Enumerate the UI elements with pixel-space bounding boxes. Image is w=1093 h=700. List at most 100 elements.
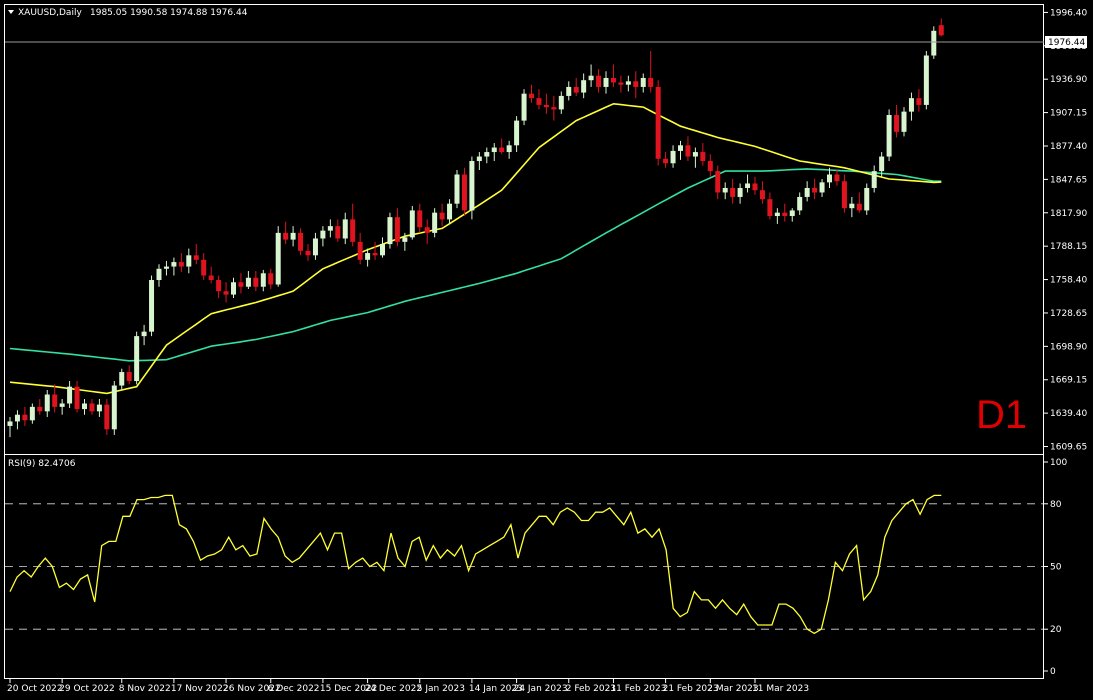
rsi-tick-label: 20 <box>1050 625 1062 635</box>
candle-down <box>201 259 207 276</box>
candle-down <box>715 171 721 193</box>
candle-down <box>216 280 222 292</box>
candle-down <box>596 75 602 87</box>
candle-down <box>841 181 847 209</box>
candle-down <box>767 199 773 217</box>
candle-down <box>52 394 58 407</box>
candle-up <box>745 183 751 188</box>
time-tick-label: 11 Feb 2023 <box>610 684 666 694</box>
candle-up <box>789 210 795 217</box>
candle-up <box>111 385 117 430</box>
candle-down <box>283 232 289 240</box>
candle-up <box>901 111 907 132</box>
candle-up <box>290 232 296 240</box>
candle-up <box>365 253 371 260</box>
price-tick-label: 1728.65 <box>1050 309 1087 319</box>
candle-up <box>387 217 393 245</box>
candle-down <box>394 217 400 242</box>
current-price-value: 1976.44 <box>1048 38 1085 48</box>
chart-window: 1996.401966.651936.901907.151877.401847.… <box>0 0 1093 700</box>
candle-down <box>350 219 356 242</box>
candle-down <box>335 226 341 239</box>
candle-up <box>29 406 35 421</box>
candle-down <box>417 210 423 228</box>
candle-down <box>178 262 184 267</box>
candle-down <box>759 190 765 200</box>
candle-up <box>864 187 870 211</box>
candle-down <box>610 77 616 83</box>
candle-up <box>7 421 13 426</box>
candle-up <box>908 98 914 112</box>
candle-down <box>685 145 691 157</box>
price-tick-label: 1817.90 <box>1050 209 1087 219</box>
candle-up <box>156 268 162 281</box>
time-tick-label: 8 Nov 2022 <box>119 684 171 694</box>
candle-up <box>581 80 587 93</box>
time-tick-label: 2 Mar 2023 <box>707 684 758 694</box>
candle-down <box>551 107 557 110</box>
candle-down <box>208 275 214 281</box>
candle-up <box>506 145 512 153</box>
candle-down <box>461 174 467 211</box>
symbol-label: XAUUSD,Daily <box>18 8 82 18</box>
candle-down <box>752 183 758 191</box>
candle-down <box>37 406 43 412</box>
candle-down <box>439 212 445 220</box>
price-tick-label: 1698.90 <box>1050 342 1087 352</box>
time-tick-label: 24 Jan 2023 <box>514 684 568 694</box>
candle-down <box>938 25 944 36</box>
candle-down <box>126 372 132 382</box>
candle-up <box>327 226 333 231</box>
candle-down <box>305 250 311 256</box>
candle-up <box>409 210 415 238</box>
candle-up <box>171 262 177 267</box>
price-tick-label: 1847.65 <box>1050 175 1087 185</box>
candle-up <box>670 150 676 164</box>
time-tick-label: 20 Oct 2022 <box>7 684 63 694</box>
candle-up <box>134 336 140 382</box>
candle-down <box>104 404 110 430</box>
candle-up <box>923 55 929 105</box>
candle-down <box>193 255 199 260</box>
candle-up <box>737 187 743 197</box>
candle-up <box>514 120 520 146</box>
price-tick-label: 1877.40 <box>1050 142 1087 152</box>
candle-up <box>566 86 572 96</box>
time-tick-label: 17 Nov 2022 <box>171 684 229 694</box>
candle-up <box>454 174 460 204</box>
candle-up <box>678 145 683 151</box>
candle-up <box>342 219 348 239</box>
candle-down <box>573 86 579 93</box>
candle-down <box>499 147 505 153</box>
price-tick-label: 1669.15 <box>1050 376 1087 386</box>
candle-down <box>238 282 244 287</box>
time-tick-label: 11 Mar 2023 <box>752 684 809 694</box>
candle-down <box>856 203 862 211</box>
candle-up <box>432 212 438 233</box>
candle-up <box>186 255 192 267</box>
candle-up <box>469 161 475 211</box>
candle-up <box>484 152 490 157</box>
rsi-tick-label: 100 <box>1050 458 1067 468</box>
candle-up <box>879 156 885 172</box>
candle-down <box>529 93 534 99</box>
candle-up <box>447 203 453 220</box>
candle-down <box>707 161 713 172</box>
candle-down <box>834 174 840 182</box>
candle-up <box>491 147 497 153</box>
candle-down <box>253 277 259 287</box>
candle-down <box>223 291 229 295</box>
time-tick-label: 29 Oct 2022 <box>59 684 115 694</box>
time-tick-label: 5 Jan 2023 <box>417 684 465 694</box>
candle-down <box>536 98 542 105</box>
candle-up <box>797 196 803 211</box>
candle-up <box>871 171 877 188</box>
candle-down <box>894 115 900 132</box>
candle-up <box>163 266 169 269</box>
candle-up <box>886 115 892 157</box>
candle-down <box>648 77 654 87</box>
candle-up <box>96 404 102 412</box>
candle-down <box>655 86 661 159</box>
price-tick-label: 1639.40 <box>1050 409 1087 419</box>
candle-down <box>268 273 274 285</box>
